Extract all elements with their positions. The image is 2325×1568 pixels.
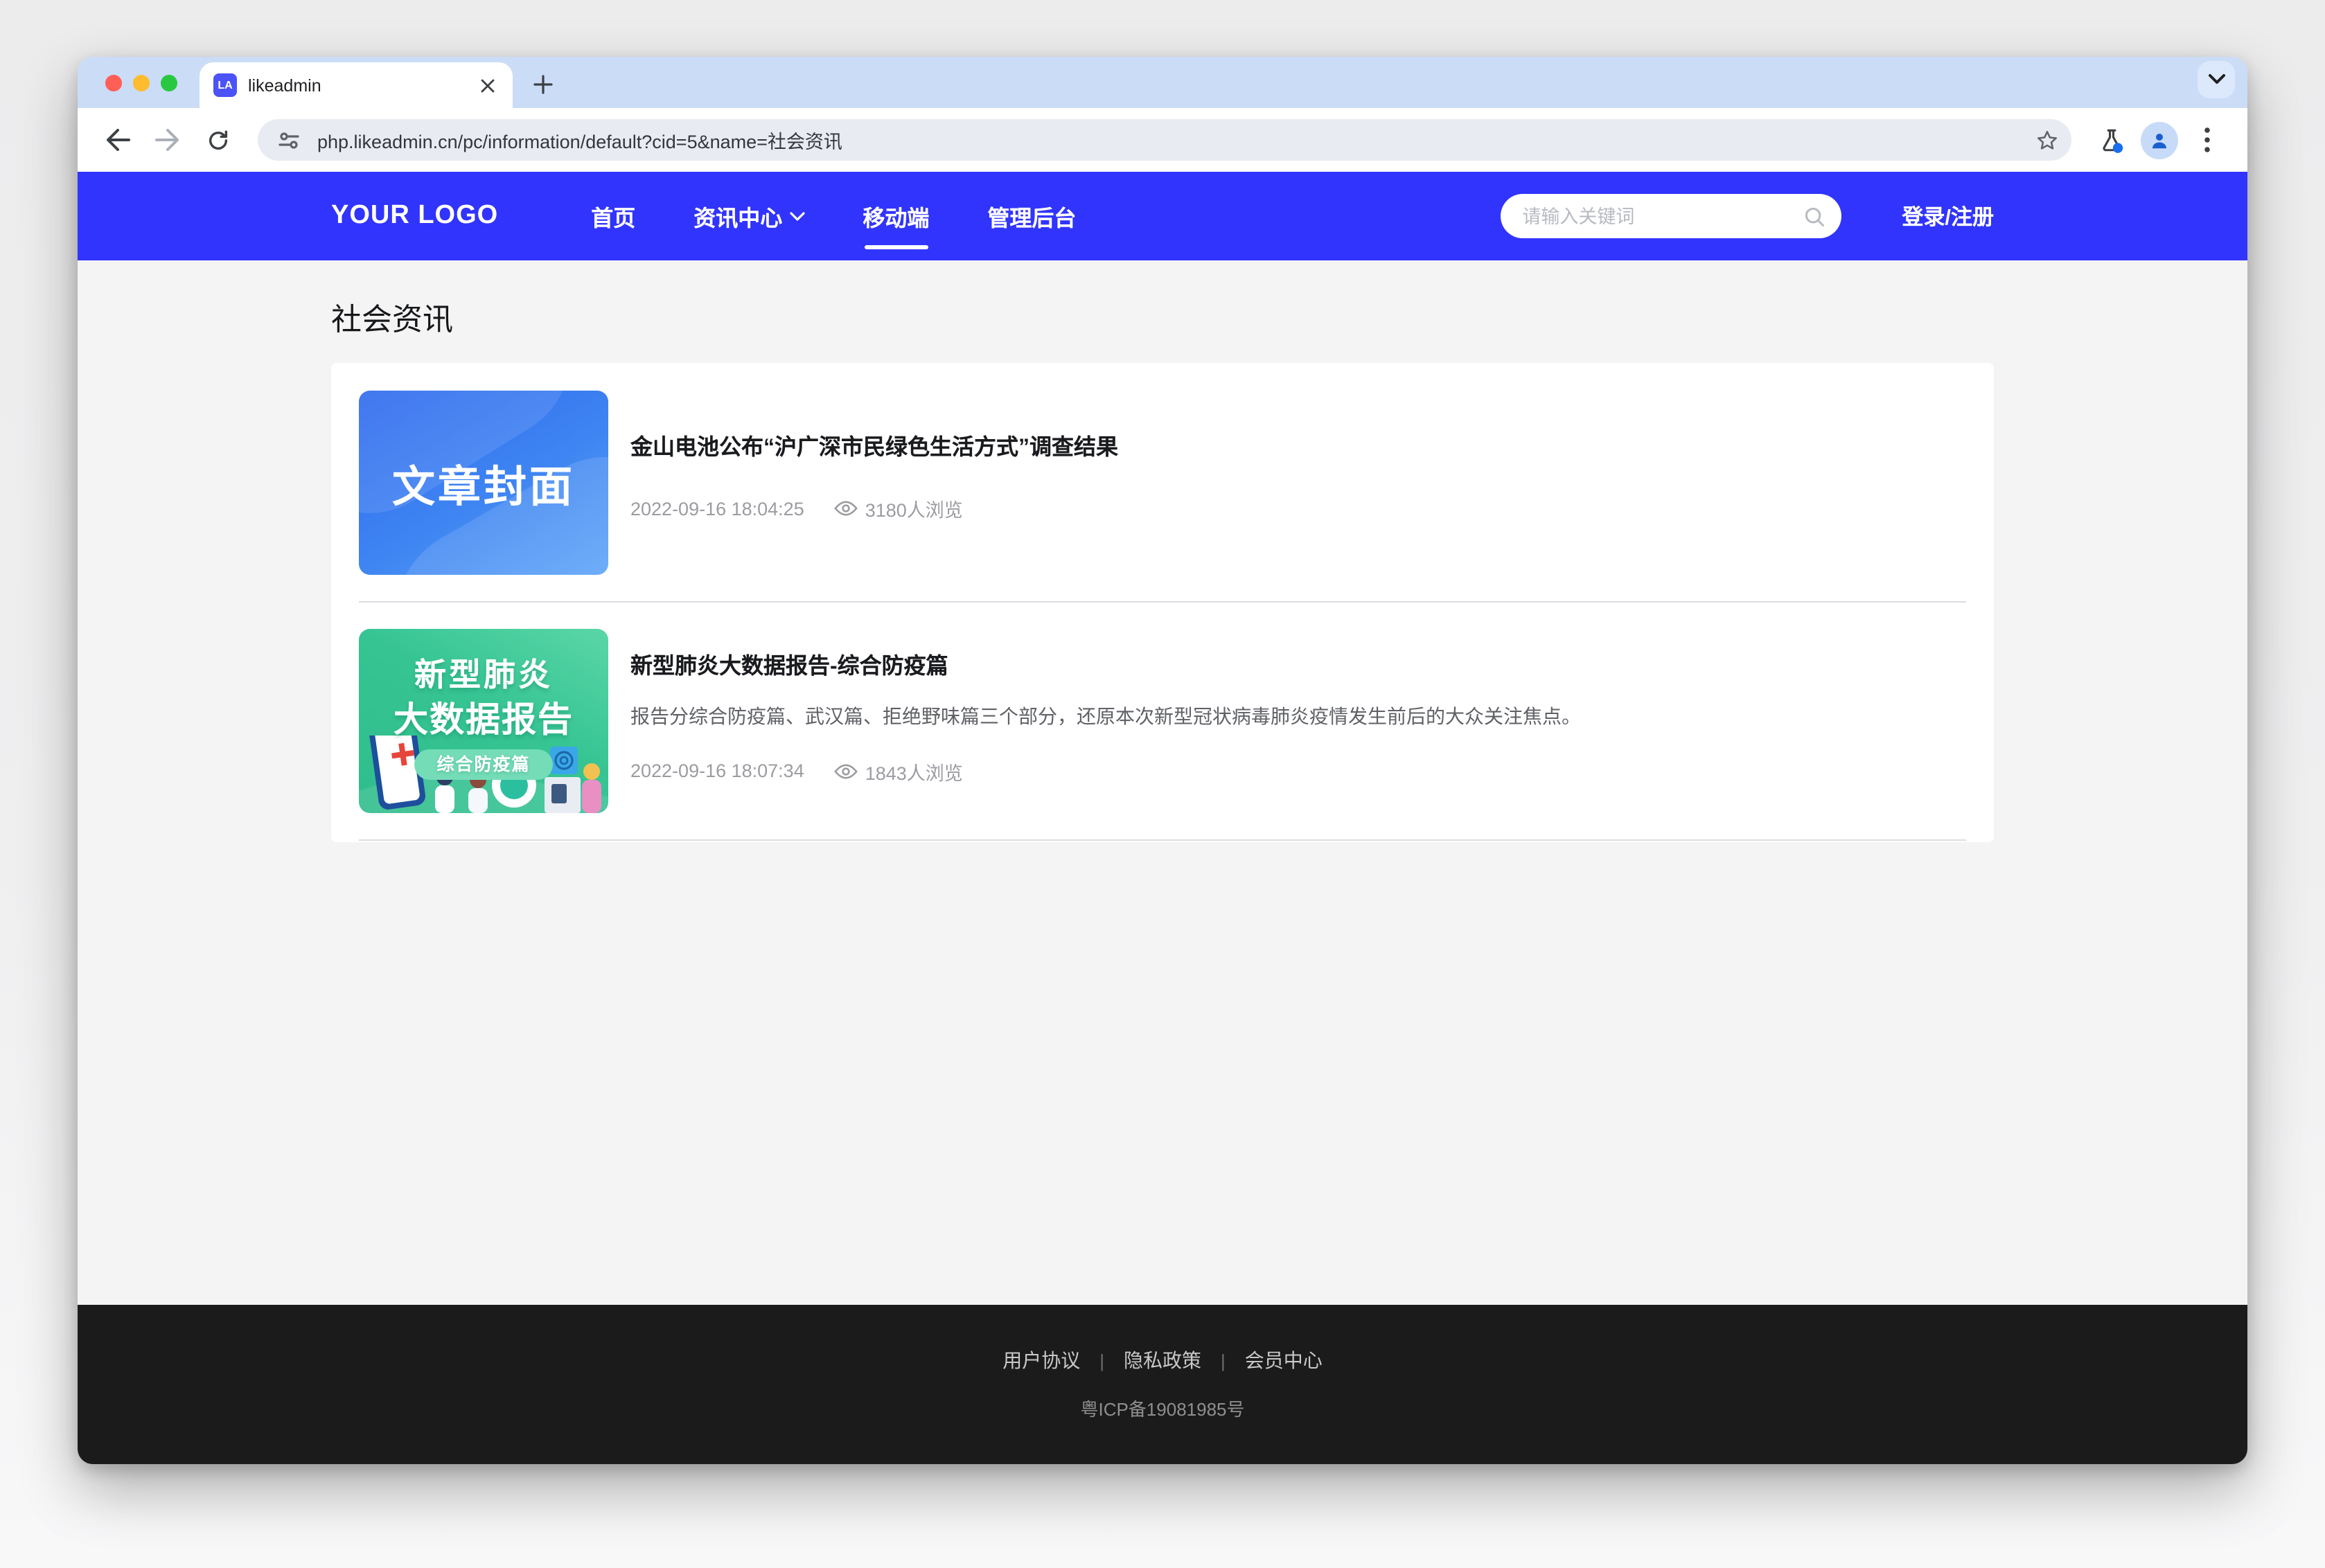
cover-text-line2: 大数据报告 [394,693,574,742]
tab-close-icon[interactable] [475,73,499,97]
nav-item-label: 资讯中心 [693,199,782,233]
tab-title: likeadmin [248,75,464,95]
main-nav: 首页 资讯中心 移动端 管理后台 [562,172,1105,260]
tab-search-chevron-icon[interactable] [2198,60,2235,98]
experiments-flask-icon[interactable] [2091,119,2132,161]
url-text[interactable]: php.likeadmin.cn/pc/information/default?… [317,126,2017,154]
site-logo[interactable]: YOUR LOGO [331,201,498,231]
article-title[interactable]: 新型肺炎大数据报告-综合防疫篇 [630,647,1966,680]
footer-link-privacy-policy[interactable]: 隐私政策 [1124,1346,1201,1374]
close-window-button[interactable] [105,74,122,91]
eye-icon [835,500,858,517]
article-meta: 2022-09-16 18:07:34 1843人浏览 [630,757,1966,785]
article-cover-image[interactable]: 文章封面 [359,391,608,575]
search-icon[interactable] [1803,206,1824,226]
browser-tab-strip: LA likeadmin [78,57,2247,108]
nav-item-admin[interactable]: 管理后台 [958,172,1105,260]
browser-toolbar: php.likeadmin.cn/pc/information/default?… [78,108,2247,172]
article-views: 3180人浏览 [865,495,963,522]
nav-item-news-center[interactable]: 资讯中心 [664,172,833,260]
eye-icon [835,763,858,779]
article-summary: 报告分综合防疫篇、武汉篇、拒绝野味篇三个部分，还原本次新型冠状病毒肺炎疫情发生前… [630,704,1966,731]
footer-separator: | [1099,1350,1104,1371]
article-date: 2022-09-16 18:07:34 [630,760,804,781]
address-bar[interactable]: php.likeadmin.cn/pc/information/default?… [258,119,2071,161]
nav-item-label: 移动端 [863,199,929,233]
bookmark-star-icon[interactable] [2030,123,2063,157]
article-date: 2022-09-16 18:04:25 [630,498,804,519]
browser-window: LA likeadmin [78,57,2247,1464]
tab-favicon: LA [213,73,237,97]
cover-badge: 综合防疫篇 [414,749,552,780]
window-controls [78,57,200,108]
kebab-menu-icon[interactable] [2186,119,2228,161]
site-header: YOUR LOGO 首页 资讯中心 移动端 管理后台 [78,172,2247,260]
page-content: 社会资讯 文章封面 金山电池公布“沪广深市民绿色生活方式”调查结果 [78,260,2247,1305]
site-settings-icon[interactable] [272,123,305,157]
reload-icon[interactable] [197,119,238,161]
icp-record-number: 粤ICP备19081985号 [78,1395,2247,1421]
article-list-card: 文章封面 金山电池公布“沪广深市民绿色生活方式”调查结果 2022-09-16 … [331,363,1994,842]
article-cover-image[interactable]: 新型肺炎 大数据报告 综合防疫篇 [359,629,608,813]
keyword-search-box[interactable] [1500,194,1841,238]
nav-item-label: 管理后台 [987,199,1076,233]
profile-avatar[interactable] [2141,121,2178,159]
forward-icon[interactable] [147,119,188,161]
desktop-background: LA likeadmin [0,0,2325,1568]
login-register-link[interactable]: 登录/注册 [1902,201,1994,231]
cover-text: 文章封面 [392,452,575,514]
page-title: 社会资讯 [331,295,1994,339]
site-footer: 用户协议 | 隐私政策 | 会员中心 粤ICP备19081985号 [78,1305,2247,1464]
footer-links: 用户协议 | 隐私政策 | 会员中心 [78,1346,2247,1374]
nav-item-mobile[interactable]: 移动端 [833,172,958,260]
zoom-window-button[interactable] [161,74,177,91]
new-tab-button[interactable] [524,65,563,104]
nav-item-label: 首页 [591,199,635,233]
article-views: 1843人浏览 [865,757,963,785]
browser-tab[interactable]: LA likeadmin [200,62,513,108]
back-icon[interactable] [97,119,139,161]
article-meta: 2022-09-16 18:04:25 3180人浏览 [630,495,1966,522]
article-title[interactable]: 金山电池公布“沪广深市民绿色生活方式”调查结果 [630,428,1966,461]
footer-link-member-center[interactable]: 会员中心 [1245,1346,1323,1374]
footer-link-user-agreement[interactable]: 用户协议 [1002,1346,1080,1374]
article-list-item[interactable]: 新型肺炎 大数据报告 综合防疫篇 新型肺炎大数据报告-综合防疫篇 报告分综合防疫… [359,603,1966,841]
chevron-down-icon [789,211,804,221]
search-input[interactable] [1522,206,1792,226]
footer-separator: | [1221,1350,1226,1371]
minimize-window-button[interactable] [133,74,150,91]
article-list-item[interactable]: 文章封面 金山电池公布“沪广深市民绿色生活方式”调查结果 2022-09-16 … [359,364,1966,603]
nav-item-home[interactable]: 首页 [562,172,664,260]
cover-text-line1: 新型肺炎 [414,648,553,695]
